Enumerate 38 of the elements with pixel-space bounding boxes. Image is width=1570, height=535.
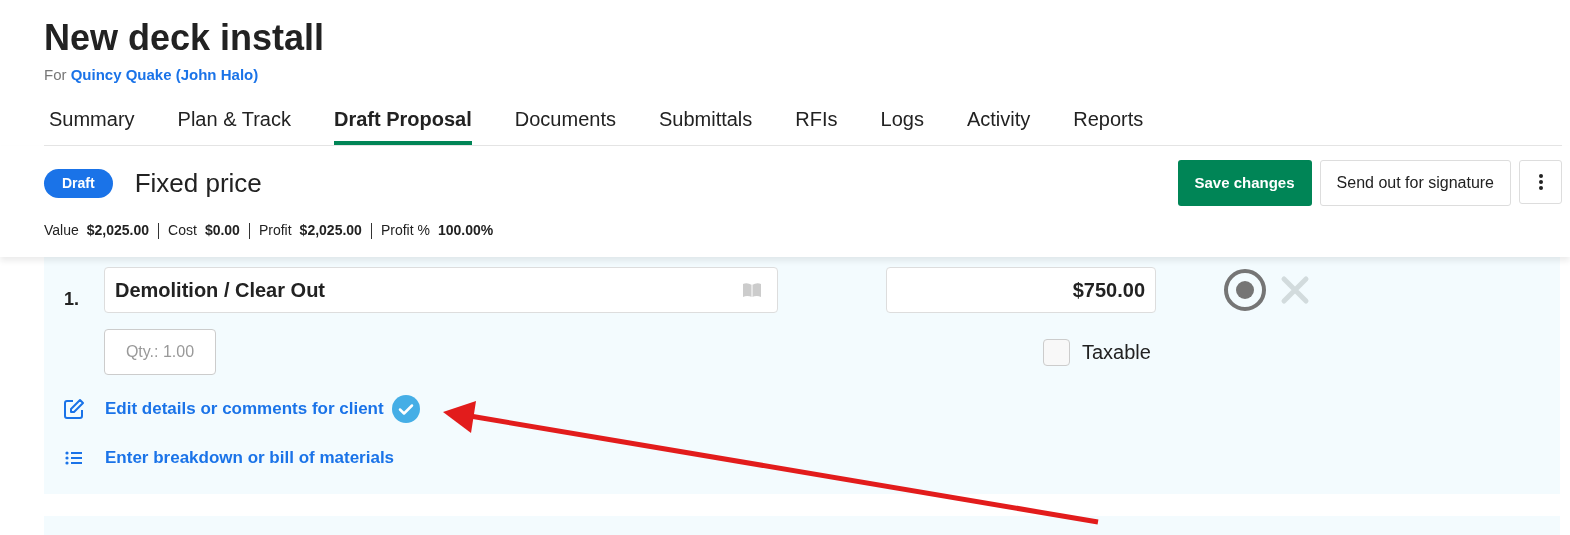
tab[interactable]: Activity	[966, 100, 1031, 145]
stat-value: 100.00%	[437, 221, 494, 240]
client-link[interactable]: Quincy Quake (John Halo)	[70, 66, 259, 83]
book-icon	[742, 282, 762, 298]
tab[interactable]: Submittals	[658, 100, 753, 145]
quantity-field[interactable]: Qty.: 1.00	[104, 329, 216, 375]
radio-icon	[1222, 267, 1268, 313]
stat-value: $0.00	[204, 221, 240, 240]
item-link[interactable]: Enter breakdown or bill of materials	[105, 445, 395, 471]
tab[interactable]: RFIs	[795, 100, 838, 145]
kebab-icon	[1538, 173, 1543, 190]
proposal-type: Fixed price	[134, 167, 262, 201]
taxable-checkbox[interactable]	[1043, 338, 1070, 366]
item-number: 1.	[63, 288, 80, 311]
close-icon[interactable]	[1280, 275, 1310, 305]
taxable-label: Taxable	[1082, 340, 1151, 365]
list-icon	[65, 450, 83, 465]
tab[interactable]: Logs	[880, 100, 924, 145]
price-field[interactable]: $750.00	[886, 267, 1156, 313]
project-title: New deck install	[44, 18, 326, 58]
more-button[interactable]	[1519, 159, 1562, 204]
stat-label: Cost	[168, 221, 197, 240]
for-label: For	[44, 66, 67, 83]
tab[interactable]: Reports	[1073, 100, 1144, 145]
status-badge: Draft	[44, 169, 113, 199]
item-link[interactable]: Edit details or comments for client	[105, 396, 384, 422]
send-button[interactable]: Send out for signature	[1319, 159, 1511, 206]
tab[interactable]: Summary	[49, 100, 135, 145]
edit-icon	[63, 398, 85, 420]
save-button[interactable]: Save changes	[1177, 159, 1312, 206]
item-name-field[interactable]: Demolition / Clear Out	[104, 267, 778, 313]
stat-label: Value	[44, 221, 79, 240]
stat-value: $2,025.00	[299, 221, 362, 240]
stat-label: Profit %	[380, 221, 430, 240]
stat-value: $2,025.00	[86, 221, 150, 240]
tab[interactable]: Documents	[514, 100, 616, 145]
tab[interactable]: Plan & Track	[177, 100, 291, 145]
stat-label: Profit	[258, 221, 292, 240]
